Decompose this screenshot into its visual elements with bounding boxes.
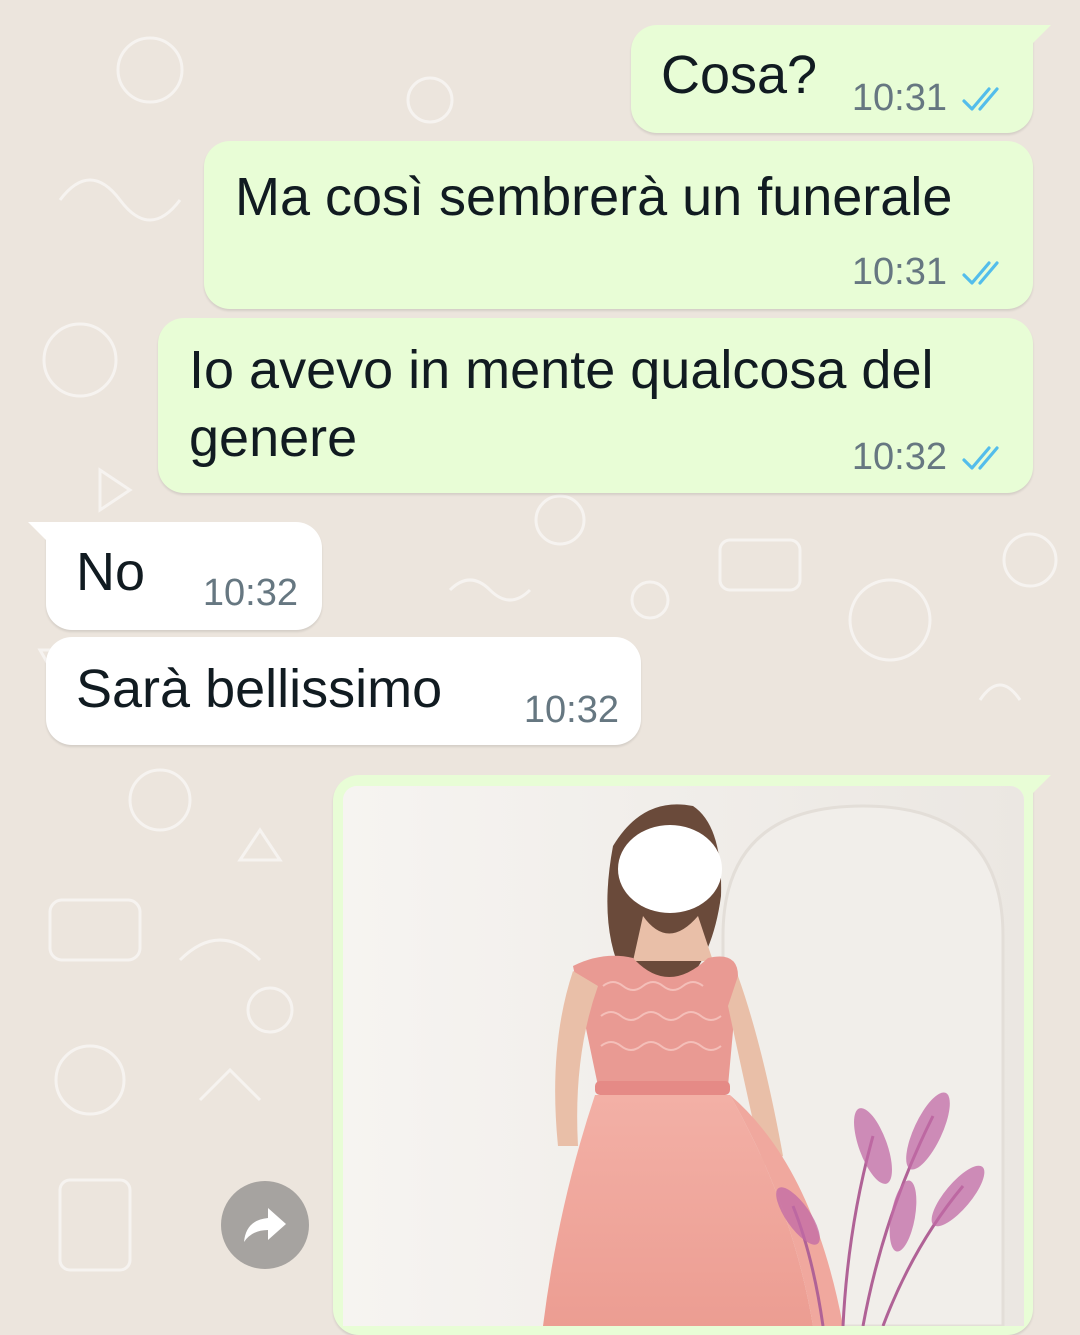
message-text: No	[76, 542, 146, 602]
message-text: Sarà bellissimo	[76, 659, 443, 719]
message-time: 10:32	[851, 436, 947, 478]
message-text: Cosa?	[661, 45, 818, 105]
message-time: 10:31	[851, 77, 947, 119]
dress-photo[interactable]	[343, 786, 1024, 1326]
message-meta: 10:31	[852, 251, 1007, 294]
message-bubble-outgoing[interactable]: Io avevo in mente qualcosa del genere 10…	[158, 318, 1033, 493]
message-time: 10:31	[851, 251, 947, 293]
message-bubble-outgoing[interactable]: Cosa? 10:31	[631, 25, 1051, 133]
message-time: 10:32	[202, 572, 298, 614]
double-check-read-icon	[962, 260, 999, 285]
forward-button[interactable]	[221, 1181, 309, 1269]
message-meta: 10:32	[852, 436, 1007, 479]
bubble-tail	[28, 522, 52, 546]
message-bubble-incoming[interactable]: No 10:32	[28, 522, 322, 630]
message-time: 10:32	[523, 689, 619, 731]
bubble-tail	[1027, 25, 1051, 49]
double-check-read-icon	[962, 86, 999, 111]
double-check-read-icon	[962, 445, 999, 470]
message-text-line: genere	[189, 408, 358, 468]
message-bubble-outgoing[interactable]: Ma così sembrerà un funerale 10:31	[204, 141, 1033, 309]
message-text: Ma così sembrerà un funerale	[235, 167, 953, 227]
forward-share-icon	[244, 1208, 286, 1242]
message-text-line: Io avevo in mente qualcosa del	[189, 340, 934, 400]
message-meta: 10:32	[524, 689, 619, 732]
message-bubble-incoming[interactable]: Sarà bellissimo 10:32	[46, 637, 641, 745]
dress-photo-illustration	[343, 786, 1024, 1326]
message-meta: 10:32	[203, 572, 298, 615]
message-meta: 10:31	[852, 77, 1007, 120]
bubble-tail	[1027, 775, 1051, 799]
